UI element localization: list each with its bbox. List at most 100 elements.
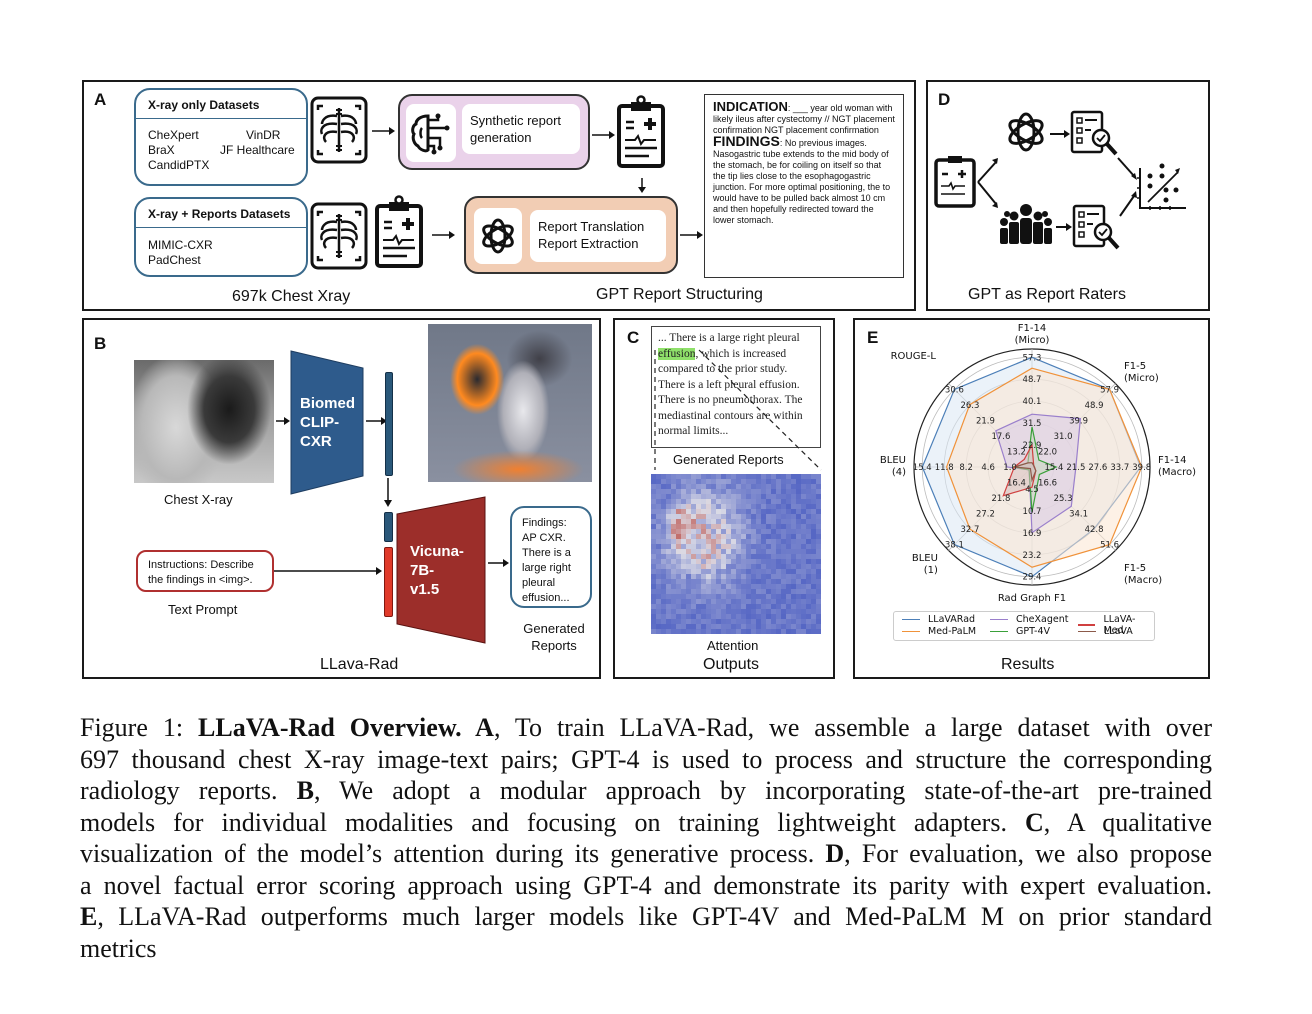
findings-label: FINDINGS — [713, 133, 780, 149]
radar-tick-label: 16.6 — [1038, 479, 1057, 489]
radar-tick-label: 48.9 — [1085, 401, 1104, 411]
text-token-bar — [384, 547, 393, 617]
caption-text: , We adopt a modular approach by incorpo… — [313, 776, 1212, 805]
radar-axis-label: ROUGE-L — [891, 351, 937, 362]
caption-bold-text: B — [296, 776, 314, 805]
radar-tick-label: 31.0 — [1054, 432, 1073, 442]
radar-tick-label: 11.8 — [935, 463, 954, 473]
gpt-rater-diagram — [934, 110, 1186, 250]
report-translation-labels: Report Translation Report Extraction — [530, 210, 666, 262]
radar-tick-label: 1.0 — [1003, 463, 1017, 473]
panel-d-caption: GPT as Report Raters — [968, 286, 1126, 303]
radar-tick-label: 13.2 — [1007, 447, 1026, 457]
arrow-icon — [276, 417, 290, 425]
radar-tick-label: 21.9 — [976, 416, 995, 426]
caption-line: 697 thousand chest X-ray image-text pair… — [80, 744, 1212, 776]
panel-c-caption: Outputs — [703, 656, 760, 673]
panel-label-a: A — [94, 90, 107, 109]
radar-tick-label: 8.2 — [959, 463, 973, 473]
caption-text: visualization of the model’s attention d… — [80, 839, 826, 868]
radar-tick-label: 32.7 — [960, 525, 979, 535]
caption-text: 697 thousand chest X-ray image-text pair… — [80, 744, 1212, 774]
panel-a: A X-ray only Datasets CheXpert VinDR Bra… — [82, 80, 916, 311]
chart-legend: LLaVARad Med-PaLM CheXagent GPT-4V LLaVA-Med… — [893, 611, 1155, 641]
experts-group-icon — [1000, 204, 1052, 244]
dataset-mimic-cxr: MIMIC-CXR — [148, 238, 213, 252]
legend-label: LLaVARad — [928, 614, 976, 625]
projected-image-token-bar — [384, 512, 393, 542]
radar-tick-label: 23.2 — [1023, 551, 1042, 561]
radar-tick-label: 21.5 — [1066, 463, 1085, 473]
radar-tick-label: 27.2 — [976, 510, 995, 520]
chest-xray-image — [134, 360, 274, 483]
xray-reports-datasets-title: X-ray + Reports Datasets — [136, 199, 306, 228]
radar-tick-label: 57.3 — [1023, 353, 1042, 363]
ribcage-icon — [310, 96, 368, 164]
arrow-down-icon — [384, 478, 392, 507]
caption-text: , LLaVA-Rad outperforms much larger mode… — [97, 902, 1212, 931]
panel-label-b: B — [94, 334, 107, 353]
radar-tick-label: 48.7 — [1023, 375, 1042, 385]
radar-tick-label: 34.1 — [1069, 510, 1088, 520]
scatter-plot-icon — [1137, 163, 1186, 210]
caption-text: a novel factual error scoring approach u… — [80, 870, 1212, 900]
dataset-vindr: VinDR — [246, 128, 281, 142]
panel-a-caption-left: 697k Chest Xray — [232, 288, 351, 305]
radar-tick-label: 16.4 — [1007, 479, 1026, 489]
panel-a-caption-right: GPT Report Structuring — [596, 286, 763, 303]
radar-axis-label: BLEU (1) — [912, 553, 938, 576]
radar-chart: 22.931.540.148.757.322.031.039.948.957.9… — [880, 323, 1196, 604]
generated-reports-caption: Generated Reports — [523, 621, 585, 653]
dataset-candidptx: CandidPTX — [148, 158, 210, 172]
figure-caption: Figure 1: LLaVA-Rad Overview. A, To trai… — [80, 712, 1212, 964]
arrow-icon — [488, 559, 509, 567]
legend-item: CheXagent — [990, 614, 1068, 625]
radar-tick-label: 57.9 — [1100, 385, 1119, 395]
legend-swatch — [902, 618, 920, 621]
radar-tick-label: 15.4 — [913, 463, 932, 473]
legend-swatch — [902, 630, 920, 633]
arrow-icon — [680, 231, 703, 239]
report-translation-label: Report Translation — [538, 219, 645, 234]
caption-text: Figure 1: — [80, 713, 199, 742]
radar-tick-label: 30.6 — [945, 385, 964, 395]
panel-e-caption: Results — [1001, 656, 1055, 673]
radar-axis-label: Rad Graph F1 — [998, 593, 1066, 604]
chest-xray-caption: Chest X-ray — [164, 492, 233, 507]
attention-heatmap — [651, 474, 821, 634]
findings-text: : No previous images. Nasogastric tube e… — [713, 138, 891, 225]
radar-tick-label: 33.7 — [1110, 463, 1129, 473]
dataset-padchest: PadChest — [148, 253, 201, 267]
legend-label: Med-PaLM — [928, 626, 977, 637]
radar-tick-label: 25.3 — [1054, 494, 1073, 504]
clipboard-report-icon — [934, 156, 976, 208]
radar-tick-label: 15.4 — [1044, 463, 1063, 473]
synthetic-report-generation-box: Synthetic report generation — [398, 94, 590, 170]
legend-label: LLaVA — [1104, 626, 1133, 637]
legend-swatch — [1078, 630, 1096, 633]
arrow-icon — [274, 567, 382, 575]
caption-text: models for individual modalities and foc… — [80, 807, 1025, 837]
caption-text: metrics — [80, 933, 157, 963]
legend-item: LLaVARad — [902, 614, 975, 625]
indication-label: INDICATION — [713, 99, 788, 114]
dataset-brax: BraX — [148, 143, 175, 157]
attention-caption: Attention — [707, 638, 759, 653]
panel-d: D GPT as Report Raters — [926, 80, 1210, 311]
radar-tick-label: 40.1 — [1023, 397, 1042, 407]
caption-line: E, LLaVA-Rad outperforms much larger mod… — [80, 901, 1212, 933]
legend-swatch — [990, 630, 1008, 633]
caption-text: radiology reports. — [80, 776, 297, 805]
caption-line: a novel factual error scoring approach u… — [80, 870, 1212, 902]
text-prompt-caption: Text Prompt — [168, 602, 238, 617]
generated-reports-caption: Generated Reports — [673, 452, 784, 467]
generated-report-box: Findings: AP CXR. There is a large right… — [510, 506, 592, 608]
radar-tick-label: 29.4 — [1023, 573, 1042, 583]
clipboard-report-icon — [617, 95, 665, 168]
arrow-down-icon — [638, 178, 646, 193]
panel-b: B Chest X-ray Biomed CLIP- CXR Instructi… — [82, 318, 601, 679]
checklist-icon — [1072, 204, 1120, 250]
caption-bold-text: C — [1025, 807, 1044, 837]
radar-tick-label: 39.9 — [1069, 416, 1088, 426]
arrow-icon — [432, 231, 455, 239]
